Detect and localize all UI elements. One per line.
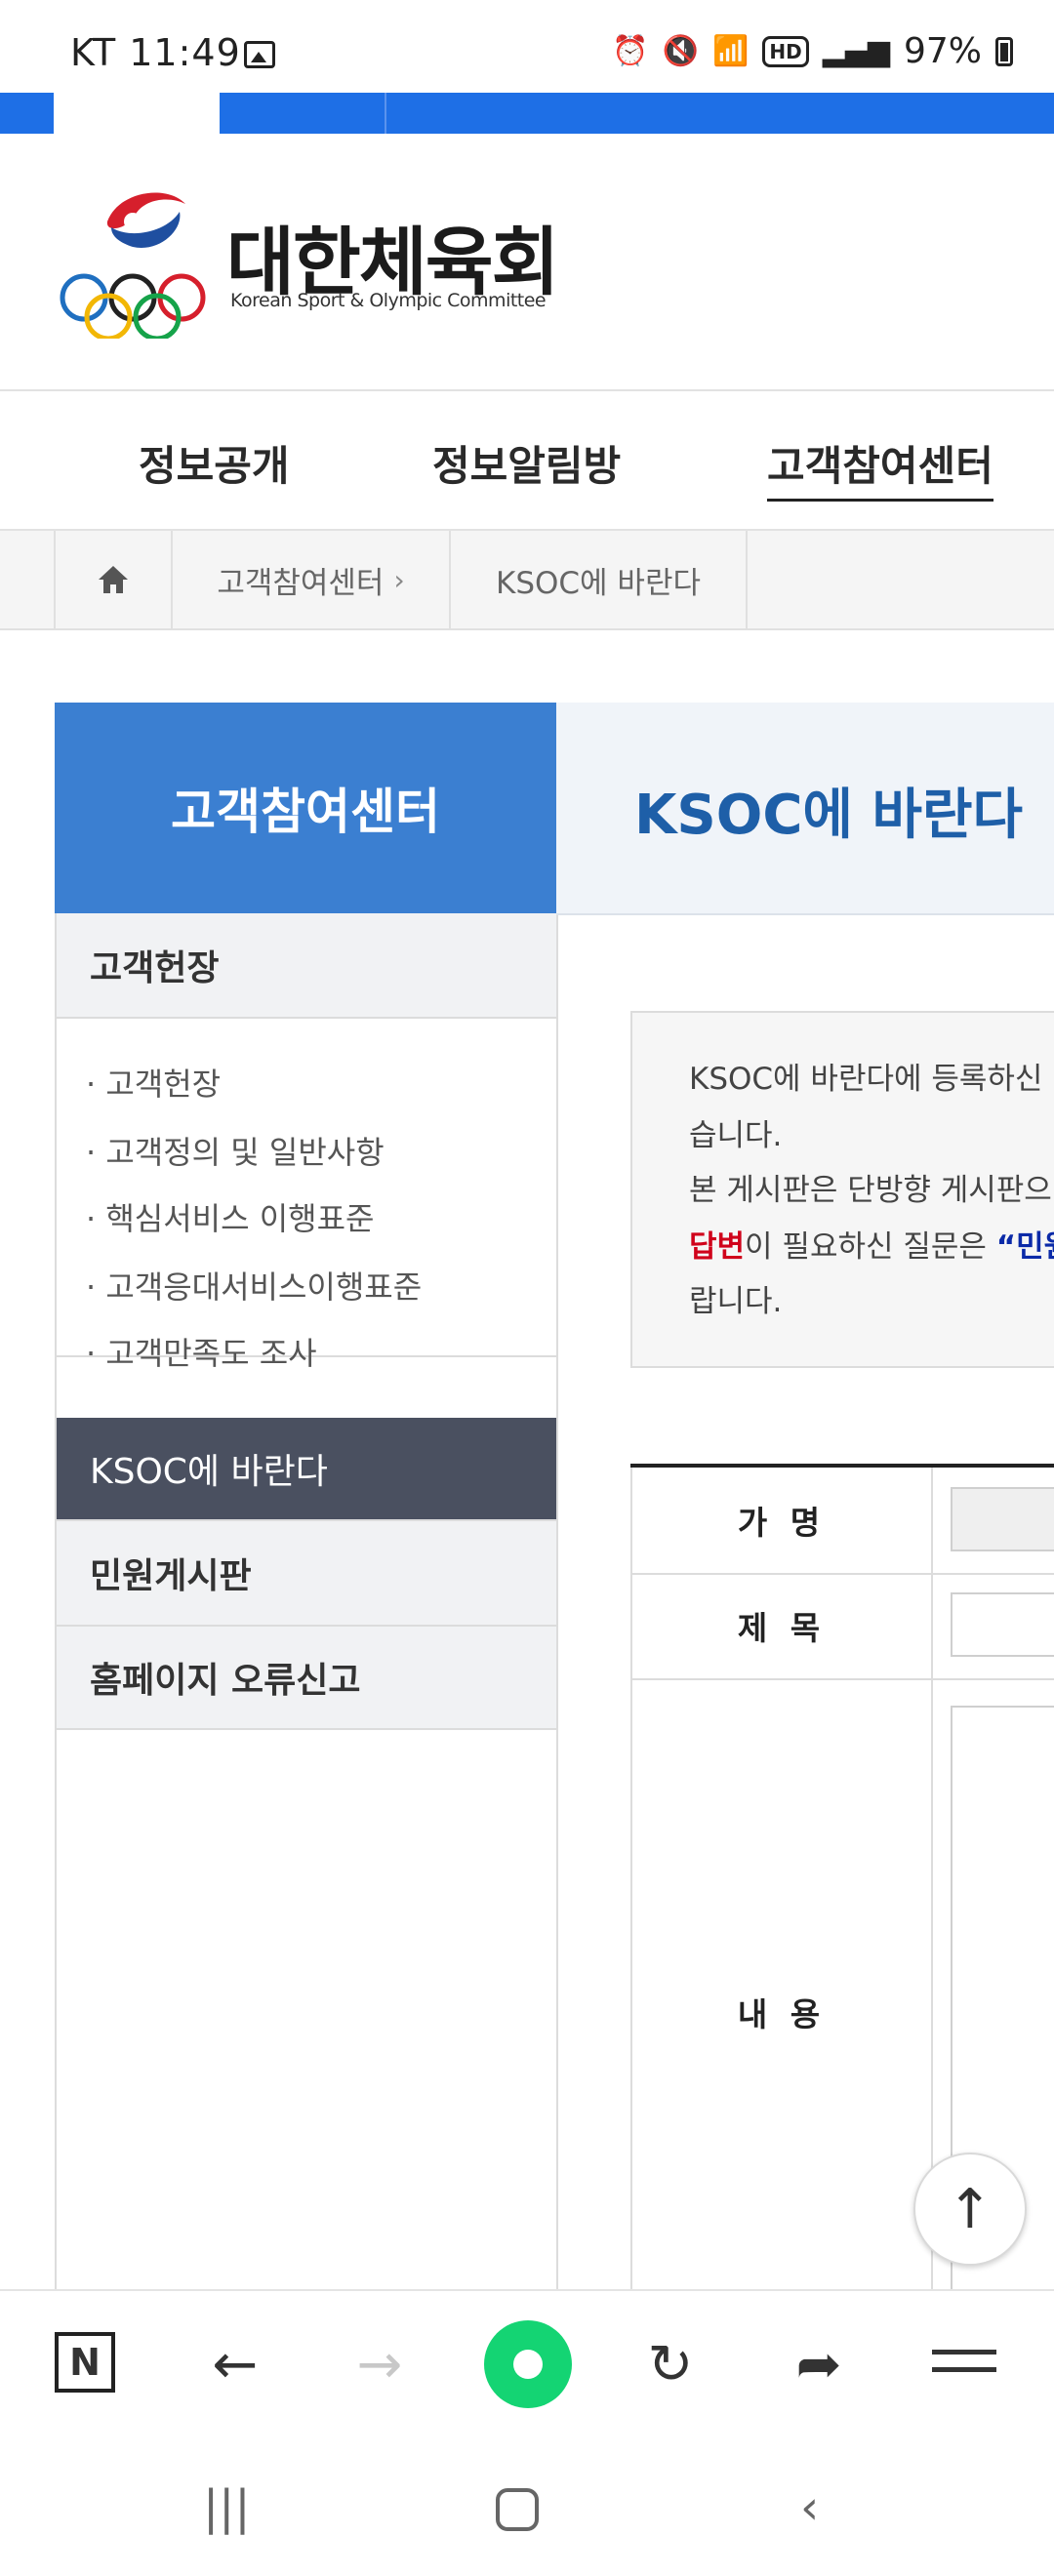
submenu-item-satisfaction-survey[interactable]: · 고객만족도 조사 bbox=[86, 1329, 317, 1374]
name-field[interactable] bbox=[951, 1487, 1054, 1551]
submenu-item-definitions[interactable]: · 고객정의 및 일반사항 bbox=[86, 1128, 385, 1173]
breadcrumb-level1[interactable]: 고객참여센터 › bbox=[171, 531, 449, 628]
breadcrumb-level2[interactable]: KSOC에 바란다 bbox=[449, 531, 748, 628]
chevron-right-icon: › bbox=[393, 563, 405, 596]
status-bar: KT 11:49 ⏰ 🔇 📶 HD ▂▄▆ 97% bbox=[0, 0, 1054, 93]
alarm-icon: ⏰ bbox=[612, 34, 649, 68]
breadcrumb-home[interactable] bbox=[54, 531, 171, 628]
status-icons: ⏰ 🔇 📶 HD ▂▄▆ 97% bbox=[612, 31, 1013, 71]
form-row-name: 가 명 bbox=[630, 1468, 1054, 1575]
sidebar-menu: 고객헌장 · 고객헌장 · 고객정의 및 일반사항 · 핵심서비스 이행표준 ·… bbox=[55, 913, 558, 2299]
arrow-right-icon: → bbox=[356, 2332, 403, 2396]
form-label-name: 가 명 bbox=[630, 1468, 933, 1573]
sidebar-item-error-report[interactable]: 홈페이지 오류신고 bbox=[57, 1627, 556, 1730]
page-title: KSOC에 바란다 bbox=[634, 784, 1024, 847]
submenu-item-core-service-standard[interactable]: · 핵심서비스 이행표준 bbox=[86, 1194, 374, 1239]
utility-divider bbox=[385, 93, 386, 134]
sidebar-item-ksoc-suggest[interactable]: KSOC에 바란다 bbox=[57, 1418, 556, 1521]
breadcrumb: 고객참여센터 › KSOC에 바란다 bbox=[0, 531, 1054, 630]
carrier-time: KT 11:49 bbox=[70, 31, 241, 74]
menu-icon-line bbox=[932, 2367, 996, 2372]
arrow-left-icon: ← bbox=[212, 2332, 259, 2396]
notice-box: KSOC에 바란다에 등록하신 I 습니다. 본 게시판은 단방향 게시판으 답… bbox=[630, 1011, 1054, 1368]
nav-item-info-notice[interactable]: 정보알림방 bbox=[432, 433, 621, 493]
battery-text: 97% bbox=[903, 31, 982, 71]
notice-line: 습니다. bbox=[689, 1118, 783, 1153]
reload-button[interactable]: ↻ bbox=[636, 2330, 705, 2398]
logo-text-english: Korean Sport & Olympic Committee bbox=[230, 290, 547, 311]
wifi-icon: 📶 bbox=[712, 34, 750, 68]
share-button[interactable]: ➦ bbox=[785, 2330, 853, 2398]
notice-link-complaints[interactable]: “민원 bbox=[996, 1229, 1054, 1265]
olympic-logo-icon[interactable] bbox=[51, 182, 217, 339]
forward-button[interactable]: → bbox=[345, 2330, 414, 2398]
form-label-subject: 제 목 bbox=[630, 1573, 933, 1678]
naver-n-button[interactable]: N bbox=[55, 2332, 115, 2393]
recent-apps-icon[interactable]: ||| bbox=[203, 2480, 251, 2535]
top-utility-bar bbox=[0, 93, 1054, 134]
subject-field[interactable] bbox=[951, 1592, 1054, 1657]
browser-toolbar: N ← → ↻ ➦ bbox=[0, 2289, 1054, 2437]
notice-text: 이 필요하신 질문은 bbox=[745, 1229, 996, 1265]
notice-line: 랍니다. bbox=[689, 1284, 783, 1319]
site-header: 대한체육회 Korean Sport & Olympic Committee bbox=[0, 134, 1054, 391]
notice-line: 본 게시판은 단방향 게시판으 bbox=[689, 1173, 1052, 1208]
back-button[interactable]: ← bbox=[201, 2330, 269, 2398]
mute-icon: 🔇 bbox=[662, 34, 700, 68]
notice-line: 답변이 필요하신 질문은 “민원 bbox=[689, 1222, 1054, 1266]
notice-highlight-answer: 답변 bbox=[689, 1229, 746, 1265]
form-row-subject: 제 목 bbox=[630, 1573, 1054, 1680]
reload-icon: ↻ bbox=[647, 2332, 694, 2396]
sidebar-item-customer-charter[interactable]: 고객헌장 bbox=[57, 913, 556, 1019]
arrow-up-icon: ↑ bbox=[947, 2177, 993, 2241]
share-icon: ➦ bbox=[795, 2332, 842, 2396]
menu-button[interactable] bbox=[932, 2330, 996, 2398]
nav-item-customer-center[interactable]: 고객참여센터 bbox=[767, 433, 993, 502]
green-home-button[interactable] bbox=[484, 2320, 572, 2408]
signal-icon: ▂▄▆ bbox=[822, 34, 890, 68]
back-nav-icon[interactable]: ‹ bbox=[800, 2480, 819, 2535]
notice-line: KSOC에 바란다에 등록하신 I bbox=[689, 1062, 1054, 1097]
sidebar-item-complaints-board[interactable]: 민원게시판 bbox=[57, 1521, 556, 1627]
scroll-to-top-button[interactable]: ↑ bbox=[913, 2153, 1027, 2266]
sidebar-title: 고객참여센터 bbox=[55, 703, 556, 913]
battery-icon bbox=[995, 36, 1013, 66]
image-icon bbox=[244, 41, 275, 68]
menu-icon bbox=[932, 2350, 996, 2355]
submenu-item-charter[interactable]: · 고객헌장 bbox=[86, 1060, 221, 1105]
system-navigation-bar: ||| ‹ bbox=[0, 2435, 1054, 2576]
sidebar-submenu: · 고객헌장 · 고객정의 및 일반사항 · 핵심서비스 이행표준 · 고객응대… bbox=[57, 1019, 556, 1372]
naver-n-icon: N bbox=[69, 2341, 101, 2384]
nav-item-info-disclosure[interactable]: 정보공개 bbox=[139, 433, 290, 493]
form-label-body: 내 용 bbox=[630, 1678, 933, 2346]
home-icon[interactable] bbox=[496, 2488, 539, 2531]
utility-tab[interactable] bbox=[54, 93, 220, 134]
main-navigation: 정보공개 정보알림방 고객참여센터 bbox=[0, 390, 1054, 531]
submenu-item-response-standard[interactable]: · 고객응대서비스이행표준 bbox=[86, 1263, 422, 1308]
breadcrumb-level1-label: 고객참여센터 bbox=[217, 565, 385, 601]
hd-icon: HD bbox=[762, 35, 809, 67]
home-icon bbox=[99, 566, 128, 593]
